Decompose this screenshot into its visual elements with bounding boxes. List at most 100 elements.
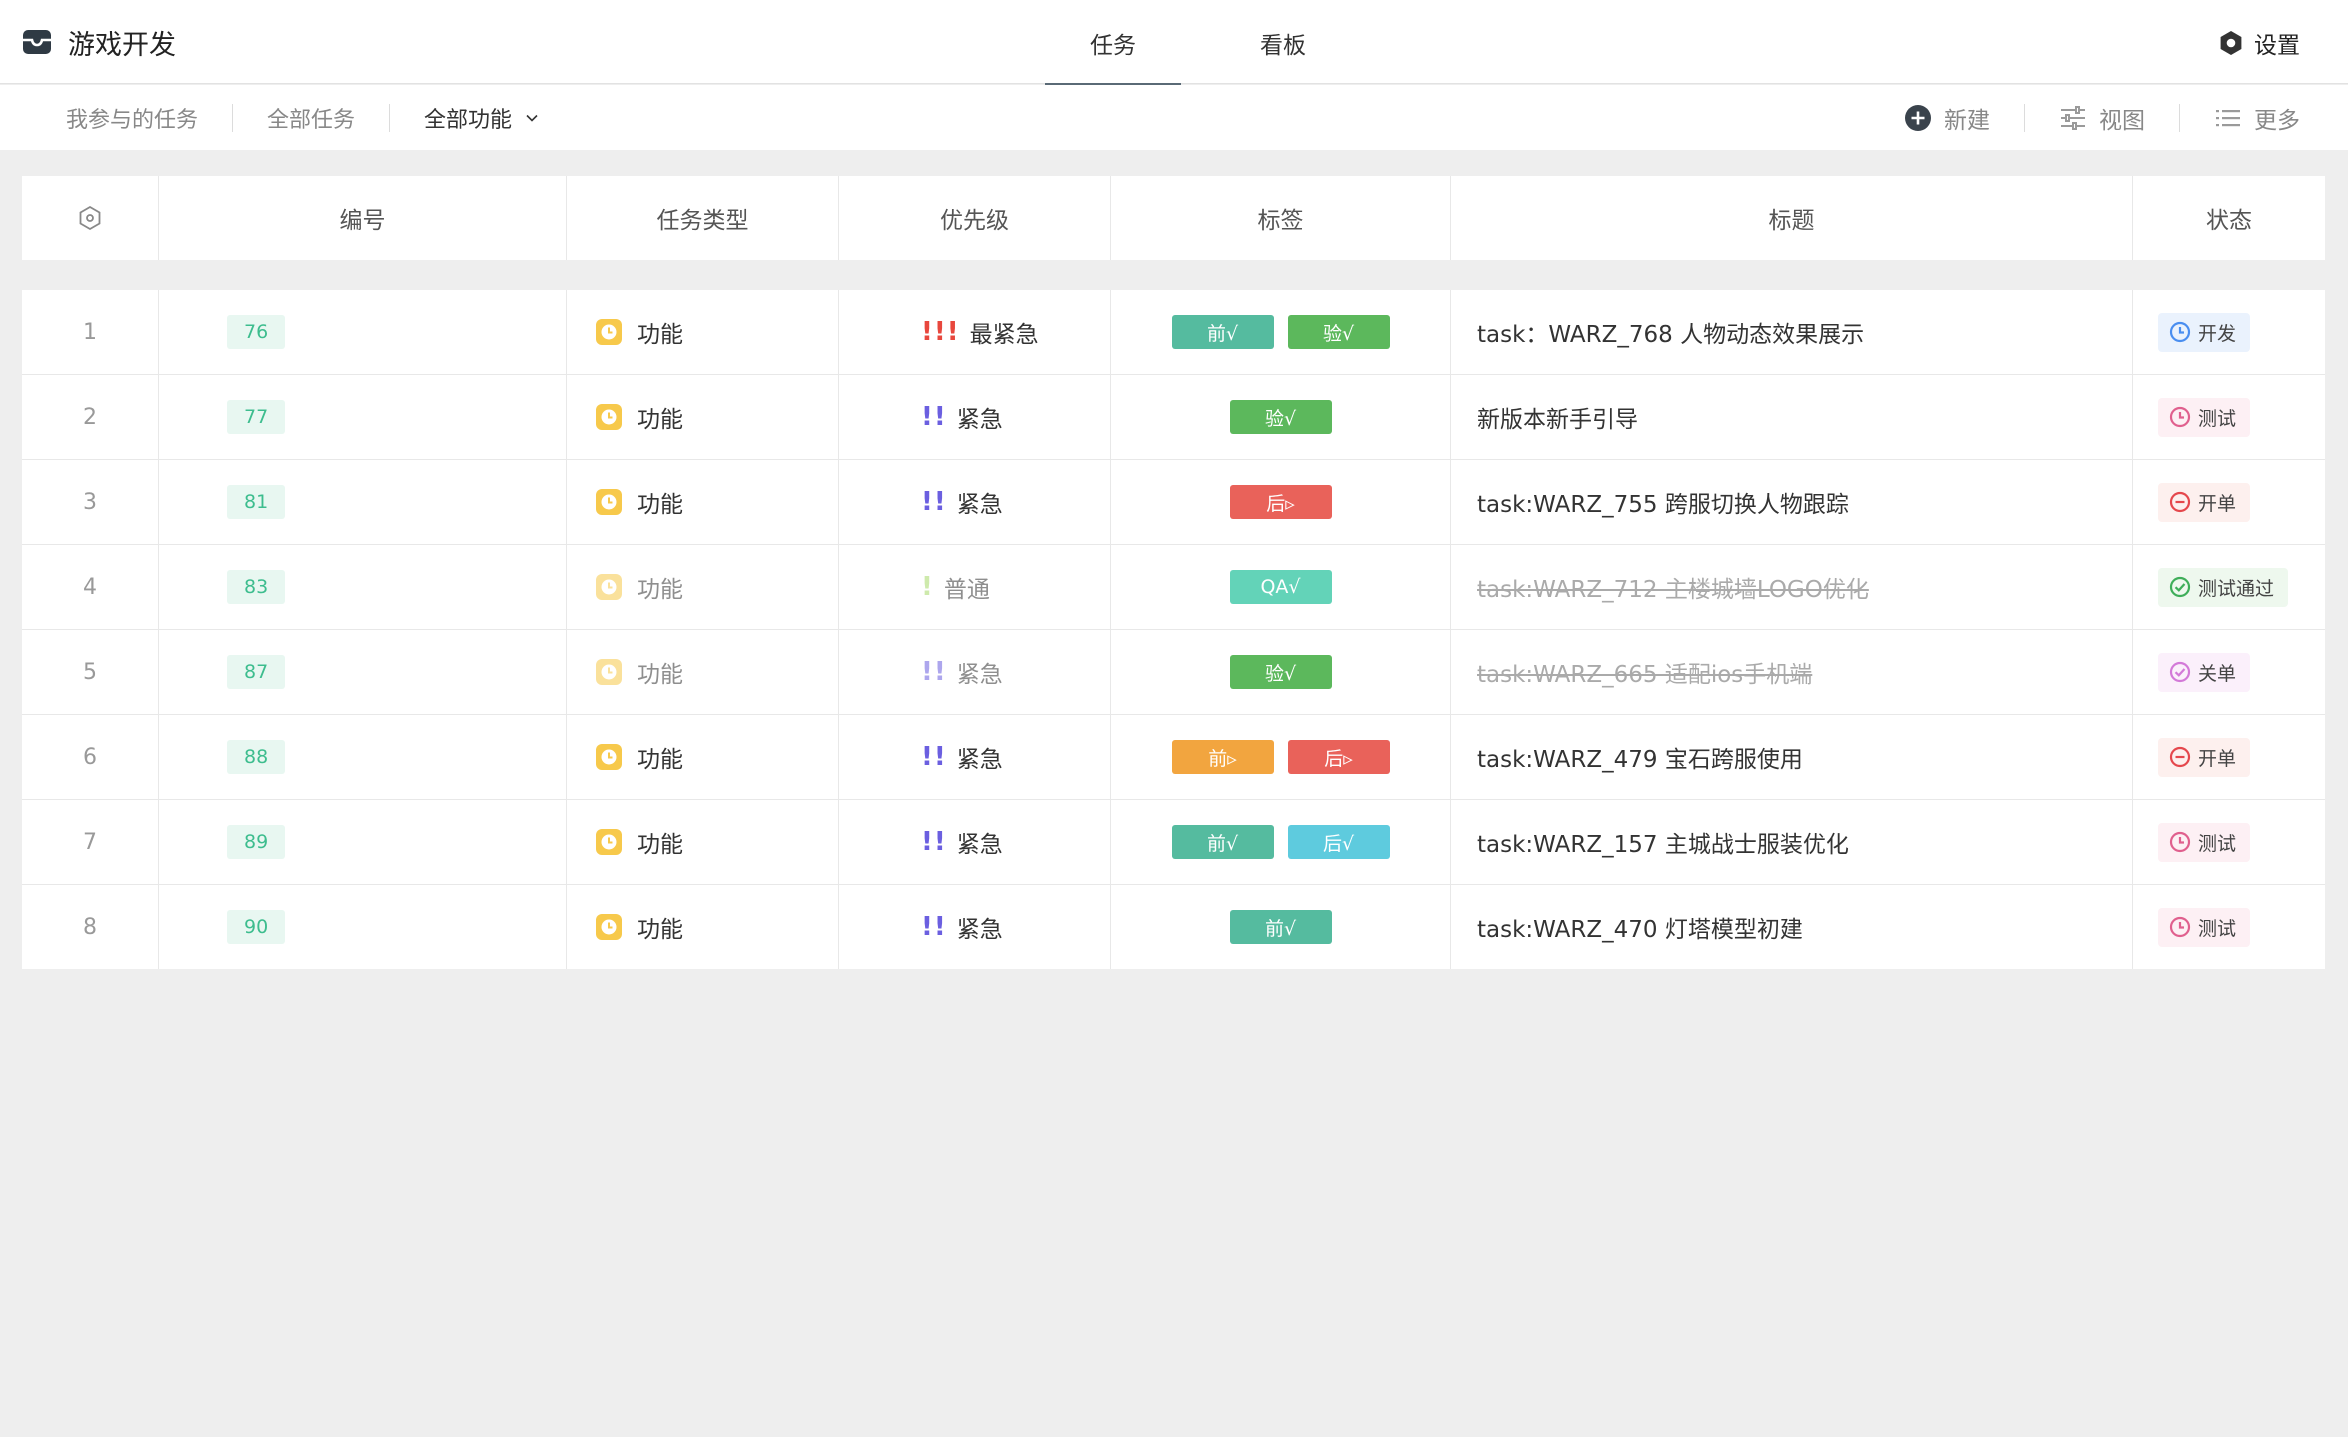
task-number-badge[interactable]: 89 <box>227 825 286 859</box>
task-type[interactable]: 功能 <box>595 485 683 519</box>
type-cell: 功能 <box>567 460 839 544</box>
priority[interactable]: !! 紧急 <box>921 910 1003 944</box>
status-badge[interactable]: 开单 <box>2158 737 2251 777</box>
task-number-badge[interactable]: 88 <box>227 740 286 774</box>
column-header-type[interactable]: 任务类型 <box>567 176 839 260</box>
tab-board[interactable]: 看板 <box>1215 0 1351 86</box>
column-header-title[interactable]: 标题 <box>1451 176 2133 260</box>
row-index: 2 <box>22 375 159 459</box>
task-title[interactable]: task:WARZ_157 主城战士服装优化 <box>1477 825 1849 859</box>
column-header-number[interactable]: 编号 <box>159 176 567 260</box>
task-title[interactable]: task:WARZ_712 主楼城墙LOGO优化 <box>1477 570 1869 604</box>
title-cell[interactable]: task:WARZ_712 主楼城墙LOGO优化 <box>1451 545 2133 629</box>
priority[interactable]: !! 紧急 <box>921 485 1003 519</box>
label-tag[interactable]: 验√ <box>1229 400 1332 434</box>
tab-tasks[interactable]: 任务 <box>1045 0 1181 86</box>
task-title[interactable]: task:WARZ_470 灯塔模型初建 <box>1477 910 1803 944</box>
label-tag[interactable]: 前√ <box>1171 315 1274 349</box>
number-cell: 77 <box>159 375 567 459</box>
task-type[interactable]: 功能 <box>595 570 683 604</box>
label-tag[interactable]: 后▹ <box>1287 740 1390 774</box>
column-header-priority[interactable]: 优先级 <box>839 176 1111 260</box>
table-row[interactable]: 3 81 功能 !! 紧急 后▹ task:WARZ_755 跨服切换人物跟踪 <box>22 460 2325 545</box>
priority-exclamation-icon: ! <box>921 572 934 602</box>
task-number-badge[interactable]: 90 <box>227 910 286 944</box>
column-settings-header[interactable] <box>22 176 159 260</box>
label-tag[interactable]: 前√ <box>1171 825 1274 859</box>
task-title[interactable]: task:WARZ_665 适配ios手机端 <box>1477 655 1812 689</box>
task-type[interactable]: 功能 <box>595 825 683 859</box>
tags-cell: 前▹ 后▹ <box>1111 715 1451 799</box>
status-badge[interactable]: 测试通过 <box>2158 567 2289 607</box>
table-row[interactable]: 7 89 功能 !! 紧急 前√ 后√ task:WARZ_157 主城战士服装优… <box>22 800 2325 885</box>
settings-button[interactable]: 设置 <box>2218 22 2300 64</box>
table-row[interactable]: 4 83 功能 ! 普通 QA√ task:WARZ_712 主楼城墙LOGO优… <box>22 545 2325 630</box>
priority[interactable]: !! 紧急 <box>921 825 1003 859</box>
label-tag[interactable]: 后√ <box>1287 825 1390 859</box>
column-header-status[interactable]: 状态 <box>2133 176 2325 260</box>
priority[interactable]: ! 普通 <box>921 570 990 604</box>
task-title[interactable]: task：WARZ_768 人物动态效果展示 <box>1477 315 1864 349</box>
priority[interactable]: !! 紧急 <box>921 400 1003 434</box>
status-badge[interactable]: 测试 <box>2158 397 2251 437</box>
task-type[interactable]: 功能 <box>595 740 683 774</box>
table-row[interactable]: 6 88 功能 !! 紧急 前▹ 后▹ task:WARZ_479 宝石跨服使用 <box>22 715 2325 800</box>
label-tag[interactable]: QA√ <box>1229 570 1332 604</box>
label-tag[interactable]: 前▹ <box>1171 740 1274 774</box>
table-row[interactable]: 5 87 功能 !! 紧急 验√ task:WARZ_665 适配ios手机端 <box>22 630 2325 715</box>
feature-clock-icon <box>596 319 622 345</box>
toolbar-actions: 新建 视图 更多 <box>1870 85 2300 150</box>
priority[interactable]: !! 紧急 <box>921 740 1003 774</box>
task-number-badge[interactable]: 76 <box>227 315 286 349</box>
title-cell[interactable]: 新版本新手引导 <box>1451 375 2133 459</box>
label-tag[interactable]: 验√ <box>1287 315 1390 349</box>
label-tag[interactable]: 前√ <box>1229 910 1332 944</box>
row-index: 4 <box>22 545 159 629</box>
title-cell[interactable]: task:WARZ_755 跨服切换人物跟踪 <box>1451 460 2133 544</box>
table-row[interactable]: 1 76 功能 !!! 最紧急 前√ 验√ task：WARZ_768 人物动态效… <box>22 290 2325 375</box>
status-badge[interactable]: 开单 <box>2158 482 2251 522</box>
label-tag[interactable]: 后▹ <box>1229 485 1332 519</box>
filter-my-tasks[interactable]: 我参与的任务 <box>0 104 232 133</box>
priority-cell: !! 紧急 <box>839 885 1111 969</box>
table-row[interactable]: 8 90 功能 !! 紧急 前√ task:WARZ_470 灯塔模型初建 测试 <box>22 885 2325 969</box>
tags-cell: 验√ <box>1111 630 1451 714</box>
status-badge[interactable]: 开发 <box>2158 312 2251 352</box>
task-number-badge[interactable]: 77 <box>227 400 286 434</box>
label-tag[interactable]: 验√ <box>1229 655 1332 689</box>
status-badge[interactable]: 关单 <box>2158 652 2251 692</box>
task-type-label: 功能 <box>637 747 683 773</box>
table-row[interactable]: 2 77 功能 !! 紧急 验√ 新版本新手引导 测试 <box>22 375 2325 460</box>
table-header: 编号 任务类型 优先级 标签 标题 状态 <box>22 176 2325 260</box>
priority[interactable]: !!! 最紧急 <box>921 315 1039 349</box>
status-badge[interactable]: 测试 <box>2158 822 2251 862</box>
task-type[interactable]: 功能 <box>595 910 683 944</box>
filter-all-features-dropdown[interactable]: 全部功能 <box>389 103 574 133</box>
priority-cell: !! 紧急 <box>839 630 1111 714</box>
new-button[interactable]: 新建 <box>1870 104 2024 134</box>
task-title[interactable]: 新版本新手引导 <box>1477 400 1638 434</box>
title-cell[interactable]: task：WARZ_768 人物动态效果展示 <box>1451 290 2133 374</box>
task-title[interactable]: task:WARZ_479 宝石跨服使用 <box>1477 740 1803 774</box>
task-type[interactable]: 功能 <box>595 655 683 689</box>
title-cell[interactable]: task:WARZ_665 适配ios手机端 <box>1451 630 2133 714</box>
view-button[interactable]: 视图 <box>2024 103 2179 134</box>
task-number-badge[interactable]: 83 <box>227 570 286 604</box>
status-badge[interactable]: 测试 <box>2158 907 2251 947</box>
priority[interactable]: !! 紧急 <box>921 655 1003 689</box>
app-title[interactable]: 游戏开发 <box>22 20 176 64</box>
task-type-label: 功能 <box>637 917 683 943</box>
task-type[interactable]: 功能 <box>595 400 683 434</box>
filter-all-tasks[interactable]: 全部任务 <box>232 103 389 133</box>
column-header-tags[interactable]: 标签 <box>1111 176 1451 260</box>
title-cell[interactable]: task:WARZ_479 宝石跨服使用 <box>1451 715 2133 799</box>
task-type[interactable]: 功能 <box>595 315 683 349</box>
task-title[interactable]: task:WARZ_755 跨服切换人物跟踪 <box>1477 485 1849 519</box>
title-cell[interactable]: task:WARZ_470 灯塔模型初建 <box>1451 885 2133 969</box>
task-number-badge[interactable]: 87 <box>227 655 286 689</box>
title-cell[interactable]: task:WARZ_157 主城战士服装优化 <box>1451 800 2133 884</box>
more-button[interactable]: 更多 <box>2179 103 2300 134</box>
tags-cell: 前√ 验√ <box>1111 290 1451 374</box>
task-number-badge[interactable]: 81 <box>227 485 286 519</box>
task-table-body: 1 76 功能 !!! 最紧急 前√ 验√ task：WARZ_768 人物动态效… <box>22 290 2325 969</box>
